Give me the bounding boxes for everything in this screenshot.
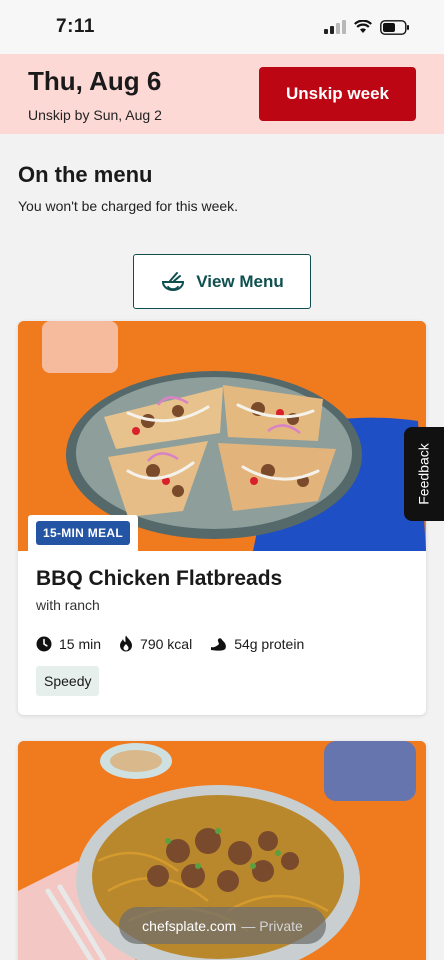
- meal-calories: 790 kcal: [119, 635, 192, 652]
- meal-time-label: 15 min: [59, 635, 102, 652]
- browser-url-bar[interactable]: chefsplate.com — Private: [119, 907, 326, 944]
- feedback-tab[interactable]: Feedback: [404, 427, 444, 521]
- view-menu-button[interactable]: View Menu: [133, 254, 311, 309]
- view-menu-label: View Menu: [196, 271, 284, 291]
- meal-calories-label: 790 kcal: [140, 635, 193, 652]
- section-title: On the menu: [18, 162, 153, 187]
- private-mode-label: — Private: [241, 917, 303, 934]
- meal-card[interactable]: 15-MIN MEAL BBQ Chicken Flatbreads with …: [18, 321, 426, 715]
- bowl-icon: [162, 271, 185, 291]
- meal-meta: 15 min 790 kcal 54g protein: [36, 635, 408, 652]
- clock-icon: [36, 636, 52, 651]
- status-bar: 7:11: [0, 0, 444, 54]
- meal-subtitle: with ranch: [36, 597, 100, 613]
- meal-time: 15 min: [36, 636, 101, 652]
- feedback-label: Feedback: [416, 443, 433, 505]
- unskip-deadline: Unskip by Sun, Aug 2: [28, 106, 162, 123]
- status-time: 7:11: [56, 16, 95, 37]
- meal-protein: 54g protein: [210, 636, 304, 652]
- view-menu-wrap: View Menu: [18, 254, 426, 309]
- muscle-icon: [211, 637, 227, 651]
- meal-badge: 15-MIN MEAL: [28, 515, 138, 551]
- status-icons: [324, 19, 410, 35]
- meal-card-body: BBQ Chicken Flatbreads with ranch 15 min…: [18, 551, 426, 712]
- url-domain: chefsplate.com: [142, 917, 237, 934]
- battery-icon: [380, 19, 409, 35]
- meal-image: 15-MIN MEAL: [18, 321, 426, 551]
- menu-section: On the menu You won't be charged for thi…: [0, 134, 444, 309]
- skipped-week-banner: Thu, Aug 6 Unskip by Sun, Aug 2 Unskip w…: [0, 54, 444, 134]
- meal-tag: Speedy: [36, 666, 100, 696]
- flame-icon: [120, 635, 133, 652]
- unskip-week-button[interactable]: Unskip week: [259, 67, 416, 121]
- banner-text: Thu, Aug 6 Unskip by Sun, Aug 2: [28, 66, 162, 123]
- section-subtitle: You won't be charged for this week.: [18, 198, 239, 214]
- cellular-signal-icon: [324, 20, 346, 34]
- meal-badge-label: 15-MIN MEAL: [36, 521, 130, 545]
- meal-title: BBQ Chicken Flatbreads: [36, 567, 283, 590]
- delivery-date: Thu, Aug 6: [28, 65, 162, 96]
- wifi-icon: [354, 20, 372, 33]
- meal-protein-label: 54g protein: [234, 635, 305, 652]
